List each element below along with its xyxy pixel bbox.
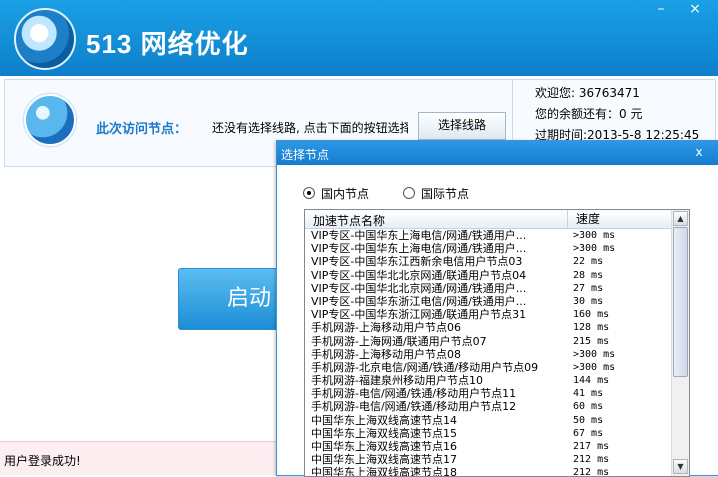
node-name-cell: VIP专区-中国华北北京网通/联通用户节点04 — [311, 268, 527, 282]
table-row[interactable]: 中国华东上海双线高速节点18 212 ms — [305, 466, 671, 477]
status-text: 用户登录成功! — [4, 454, 81, 468]
node-speed-cell: 60 ms — [573, 401, 604, 413]
table-row[interactable]: VIP专区-中国华东上海电信/网通/铁通用户... >300 ms — [305, 242, 671, 255]
node-name-cell: VIP专区-中国华东上海电信/网通/铁通用户... — [311, 229, 527, 242]
node-name-cell: 手机网游-电信/网通/铁通/移动用户节点12 — [311, 400, 517, 414]
node-list[interactable]: 加速节点名称 速度 VIP专区-中国华东上海电信/网通/铁通用户... >300 … — [304, 209, 690, 477]
vertical-scrollbar[interactable]: ▲ ▼ — [671, 210, 689, 476]
node-speed-cell: 28 ms — [573, 269, 604, 281]
column-header-name[interactable]: 加速节点名称 — [313, 212, 385, 229]
node-name-cell: 中国华东上海双线高速节点17 — [311, 453, 457, 467]
node-speed-cell: >300 ms — [573, 243, 616, 255]
node-speed-cell: 128 ms — [573, 322, 610, 334]
radio-international[interactable]: 国际节点 — [403, 185, 469, 202]
globe-icon — [24, 94, 76, 146]
node-speed-cell: 217 ms — [573, 441, 610, 452]
scroll-up-icon[interactable]: ▲ — [673, 211, 688, 226]
app-logo-icon — [14, 8, 76, 70]
node-name-cell: 中国华东上海双线高速节点14 — [311, 413, 457, 427]
list-rows: VIP专区-中国华东上海电信/网通/铁通用户... >300 ms VIP专区-中国… — [305, 229, 671, 477]
node-speed-cell: 212 ms — [573, 454, 610, 466]
balance-text: 您的余额还有：0 元 — [535, 107, 643, 121]
node-name-cell: 手机网游-上海网通/联通用户节点07 — [311, 334, 487, 348]
table-row[interactable]: 中国华东上海双线高速节点14 50 ms — [305, 414, 671, 427]
node-name-cell: 手机网游-上海移动用户节点06 — [311, 321, 461, 335]
select-line-button[interactable]: 选择线路 — [418, 112, 506, 140]
close-button[interactable]: × — [680, 0, 710, 20]
node-name-cell: VIP专区-中国华东江西新余电信用户节点03 — [311, 255, 523, 269]
table-row[interactable]: 手机网游-上海网通/联通用户节点07 215 ms — [305, 335, 671, 348]
dialog-titlebar: 选择节点 x — [277, 141, 718, 165]
node-speed-cell: >300 ms — [573, 348, 616, 360]
node-name-cell: 手机网游-上海移动用户节点08 — [311, 347, 461, 361]
select-node-dialog: 选择节点 x 国内节点 国际节点 加速节点名称 速度 VIP专区-中国华东上海电… — [276, 140, 718, 477]
scroll-thumb[interactable] — [673, 227, 688, 377]
table-row[interactable]: 手机网游-上海移动用户节点06 128 ms — [305, 321, 671, 334]
node-speed-cell: >300 ms — [573, 230, 616, 241]
table-row[interactable]: 手机网游-电信/网通/铁通/移动用户节点11 41 ms — [305, 387, 671, 400]
welcome-text: 欢迎您: 36763471 — [535, 86, 640, 100]
table-row[interactable]: 手机网游-福建泉州移动用户节点10 144 ms — [305, 374, 671, 387]
table-row[interactable]: 手机网游-北京电信/网通/铁通/移动用户节点09 >300 ms — [305, 361, 671, 374]
node-name-cell: 中国华东上海双线高速节点18 — [311, 466, 457, 477]
table-row[interactable]: VIP专区-中国华东浙江网通/联通用户节点31 160 ms — [305, 308, 671, 321]
node-name-cell: 中国华东上海双线高速节点15 — [311, 426, 457, 440]
table-row[interactable]: VIP专区-中国华东江西新余电信用户节点03 22 ms — [305, 255, 671, 268]
node-status-text: 还没有选择线路, 点击下面的按钮选择 — [212, 121, 408, 135]
node-speed-cell: 27 ms — [573, 282, 604, 294]
scroll-down-icon[interactable]: ▼ — [673, 459, 688, 474]
table-row[interactable]: 手机网游-上海移动用户节点08 >300 ms — [305, 348, 671, 361]
node-speed-cell: 30 ms — [573, 295, 604, 307]
table-row[interactable]: 中国华东上海双线高速节点16 217 ms — [305, 440, 671, 453]
app-title: 513 网络优化 — [86, 29, 249, 59]
table-row[interactable]: 中国华东上海双线高速节点17 212 ms — [305, 453, 671, 466]
node-name-cell: VIP专区-中国华东上海电信/网通/铁通用户... — [311, 242, 527, 256]
table-row[interactable]: VIP专区-中国华东上海电信/网通/铁通用户... >300 ms — [305, 229, 671, 242]
table-row[interactable]: VIP专区-中国华北北京网通/网通/铁通用户... 27 ms — [305, 282, 671, 295]
node-name-cell: 手机网游-电信/网通/铁通/移动用户节点11 — [311, 387, 517, 401]
dialog-close-button[interactable]: x — [689, 143, 709, 161]
node-speed-cell: 144 ms — [573, 375, 610, 387]
node-speed-cell: 212 ms — [573, 467, 610, 477]
node-speed-cell: 50 ms — [573, 414, 604, 426]
table-row[interactable]: VIP专区-中国华东浙江电信/网通/铁通用户... 30 ms — [305, 295, 671, 308]
node-speed-cell: 41 ms — [573, 388, 604, 400]
node-speed-cell: 22 ms — [573, 256, 604, 268]
node-speed-cell: 160 ms — [573, 309, 610, 321]
dialog-title: 选择节点 — [281, 148, 330, 162]
radio-international-label: 国际节点 — [421, 187, 470, 201]
node-speed-cell: 215 ms — [573, 335, 610, 347]
node-name-cell: 手机网游-福建泉州移动用户节点10 — [311, 374, 483, 388]
node-speed-cell: 67 ms — [573, 427, 604, 439]
app-titlebar: 513 网络优化 – × — [0, 0, 718, 76]
table-row[interactable]: 中国华东上海双线高速节点15 67 ms — [305, 427, 671, 440]
radio-domestic[interactable]: 国内节点 — [303, 185, 369, 202]
list-header: 加速节点名称 速度 — [305, 210, 671, 229]
table-row[interactable]: VIP专区-中国华北北京网通/联通用户节点04 28 ms — [305, 269, 671, 282]
node-speed-cell: >300 ms — [573, 361, 616, 373]
node-name-cell: VIP专区-中国华东浙江网通/联通用户节点31 — [311, 308, 527, 322]
node-name-cell: 中国华东上海双线高速节点16 — [311, 440, 457, 453]
minimize-button[interactable]: – — [646, 0, 676, 20]
node-name-cell: 手机网游-北京电信/网通/铁通/移动用户节点09 — [311, 360, 539, 374]
table-row[interactable]: 手机网游-电信/网通/铁通/移动用户节点12 60 ms — [305, 400, 671, 413]
column-header-speed[interactable]: 速度 — [567, 210, 672, 228]
radio-unchecked-icon — [403, 187, 415, 199]
node-label: 此次访问节点： — [96, 122, 188, 137]
node-name-cell: VIP专区-中国华北北京网通/网通/铁通用户... — [311, 281, 527, 295]
node-name-cell: VIP专区-中国华东浙江电信/网通/铁通用户... — [311, 294, 527, 308]
radio-domestic-label: 国内节点 — [321, 187, 370, 201]
radio-checked-icon — [303, 187, 315, 199]
